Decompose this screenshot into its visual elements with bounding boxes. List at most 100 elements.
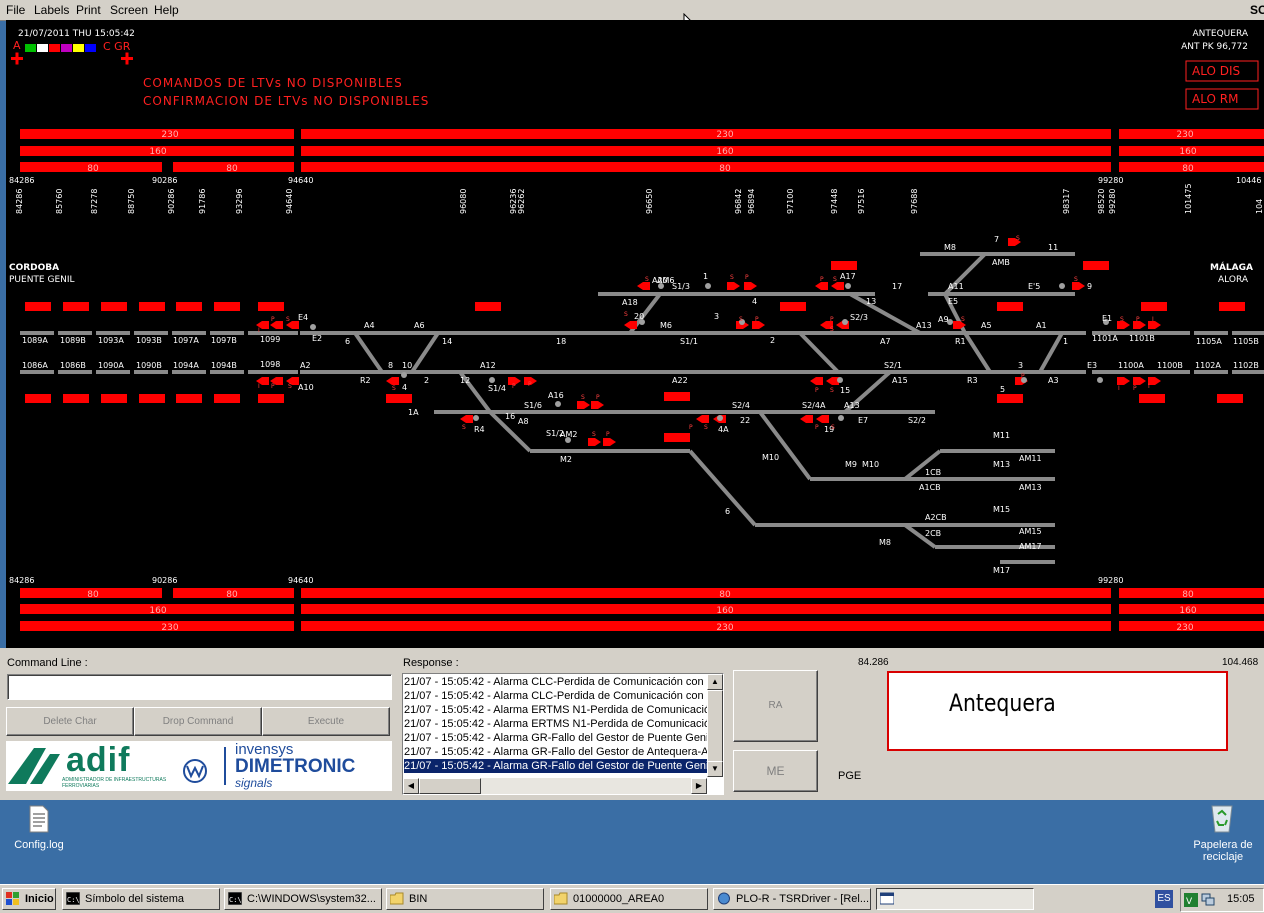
signal-arrow-icon[interactable]	[591, 401, 604, 409]
signal-arrow-icon[interactable]	[460, 415, 473, 423]
list-item[interactable]: 21/07 - 15:05:42 - Alarma CLC-Perdida de…	[404, 675, 707, 689]
signal-arrow-icon[interactable]	[1072, 282, 1085, 290]
me-button[interactable]: ME	[733, 750, 818, 792]
scroll-right-icon[interactable]: ▶	[691, 778, 707, 794]
signal-head-icon[interactable]	[838, 415, 844, 421]
station-overview-box[interactable]: Antequera	[887, 671, 1228, 751]
signal-head-icon[interactable]	[842, 319, 848, 325]
signal-arrow-icon[interactable]	[637, 282, 650, 290]
logo-panel: adif ADMINISTRADOR DE INFRAESTRUCTURAS F…	[6, 741, 392, 791]
scroll-left-icon[interactable]: ◀	[403, 778, 419, 794]
scroll-thumb[interactable]	[707, 690, 723, 762]
signal-head-icon[interactable]	[555, 401, 561, 407]
taskbar-item-active[interactable]	[876, 888, 1034, 910]
signal-head-icon[interactable]	[717, 415, 723, 421]
speed-label: 230	[716, 130, 733, 140]
signal-arrow-icon[interactable]	[800, 415, 813, 423]
signal-arrow-icon[interactable]	[816, 415, 829, 423]
tray-app-icon[interactable]: V	[1184, 893, 1198, 907]
menu-print[interactable]: Print	[76, 3, 101, 17]
signal-head-icon[interactable]	[489, 377, 495, 383]
signal-arrow-icon[interactable]	[815, 282, 828, 290]
list-item[interactable]: 21/07 - 15:05:42 - Alarma GR-Fallo del G…	[404, 745, 707, 759]
list-item[interactable]: 21/07 - 15:05:42 - Alarma ERTMS N1-Perdi…	[404, 717, 707, 731]
taskbar-item-bin[interactable]: BIN	[386, 888, 544, 910]
execute-button[interactable]: Execute	[262, 707, 390, 736]
desktop-icon-config-log[interactable]: Config.log	[5, 839, 73, 851]
track-label: M2	[560, 455, 572, 464]
desktop-icon-recycle-bin[interactable]: Papelera de reciclaje	[1190, 839, 1256, 863]
delete-char-button[interactable]: Delete Char	[6, 707, 134, 736]
track-label: M17	[993, 566, 1010, 575]
pk-mark: 84286	[9, 576, 34, 585]
text-file-icon[interactable]	[28, 805, 50, 833]
signal-arrow-icon[interactable]	[810, 377, 823, 385]
signal-letter: S	[833, 276, 837, 283]
track-label: 1101B	[1129, 334, 1155, 343]
track-label: 1090A	[98, 361, 124, 370]
signal-head-icon[interactable]	[1097, 377, 1103, 383]
signal-arrow-icon[interactable]	[696, 415, 709, 423]
signal-head-icon[interactable]	[473, 415, 479, 421]
drop-command-button[interactable]: Drop Command	[134, 707, 262, 736]
language-indicator[interactable]: ES	[1155, 890, 1173, 908]
network-icon[interactable]	[1201, 893, 1215, 907]
signal-letter: S	[704, 424, 708, 431]
signal-arrow-icon[interactable]	[588, 438, 601, 446]
signal-arrow-icon[interactable]	[1117, 377, 1130, 385]
menu-help[interactable]: Help	[154, 3, 179, 17]
horizontal-scrollbar[interactable]: ◀ ▶	[403, 778, 707, 794]
hscroll-thumb[interactable]	[419, 778, 481, 794]
ra-button[interactable]: RA	[733, 670, 818, 742]
signal-arrow-icon[interactable]	[386, 377, 399, 385]
alo-dis-label: ALO DIS	[1192, 64, 1240, 78]
scroll-down-icon[interactable]: ▼	[707, 761, 723, 777]
signal-arrow-icon[interactable]	[727, 282, 740, 290]
list-item[interactable]: 21/07 - 15:05:42 - Alarma ERTMS N1-Perdi…	[404, 703, 707, 717]
track-label: M10	[762, 453, 779, 462]
taskbar-item-cmd[interactable]: C:\ Símbolo del sistema	[62, 888, 220, 910]
taskbar-label: C:\WINDOWS\system32...	[247, 893, 376, 905]
signal-arrow-icon[interactable]	[831, 282, 844, 290]
speed-bars-top	[20, 129, 1264, 172]
vertical-scrollbar[interactable]: ▲ ▼	[707, 674, 723, 777]
signal-head-icon[interactable]	[401, 372, 407, 378]
taskbar-item-system32[interactable]: C:\ C:\WINDOWS\system32...	[224, 888, 382, 910]
list-item[interactable]: 21/07 - 15:05:42 - Alarma GR-Fallo del G…	[404, 731, 707, 745]
signal-arrow-icon[interactable]	[1148, 321, 1161, 329]
taskbar-item-plo-r[interactable]: PLO-R - TSRDriver - [Rel...	[713, 888, 871, 910]
recycle-bin-icon[interactable]	[1207, 801, 1237, 833]
signal-head-icon[interactable]	[837, 377, 843, 383]
signal-arrow-icon[interactable]	[624, 321, 637, 329]
signal-head-icon[interactable]	[1059, 283, 1065, 289]
signal-letter: P	[528, 381, 532, 388]
track-label: M10	[862, 460, 879, 469]
adif-logo-icon	[8, 748, 60, 784]
menu-file[interactable]: File	[6, 3, 25, 17]
start-button[interactable]: Inicio	[2, 888, 56, 910]
signal-arrow-icon[interactable]	[603, 438, 616, 446]
list-item[interactable]: 21/07 - 15:05:42 - Alarma CLC-Perdida de…	[404, 689, 707, 703]
signal-arrow-icon[interactable]	[744, 282, 757, 290]
response-list[interactable]: 21/07 - 15:05:42 - Alarma CLC-Perdida de…	[402, 673, 724, 795]
scroll-up-icon[interactable]: ▲	[707, 674, 723, 690]
track-label: A15	[892, 376, 908, 385]
signal-letter: S	[1120, 316, 1124, 323]
signal-arrow-icon[interactable]	[1148, 377, 1161, 385]
signal-arrow-icon[interactable]	[577, 401, 590, 409]
track-label: S2/4A	[802, 401, 826, 410]
signal-head-icon[interactable]	[705, 283, 711, 289]
menu-labels[interactable]: Labels	[34, 3, 69, 17]
command-line-input[interactable]	[7, 674, 392, 700]
signal-arrow-icon[interactable]	[826, 377, 839, 385]
speed-label: 230	[1176, 130, 1193, 140]
menu-screen[interactable]: Screen	[110, 3, 148, 17]
list-item-selected[interactable]: 21/07 - 15:05:42 - Alarma GR-Fallo del G…	[404, 759, 707, 773]
plus-icon-left	[11, 52, 23, 65]
signal-arrow-icon[interactable]	[1133, 377, 1146, 385]
pk-vertical-mark: 96262	[517, 189, 526, 214]
taskbar-item-area0[interactable]: 01000000_AREA0	[550, 888, 708, 910]
signal-head-icon[interactable]	[310, 324, 316, 330]
signal-letter: P	[271, 383, 275, 390]
signal-head-icon[interactable]	[845, 283, 851, 289]
